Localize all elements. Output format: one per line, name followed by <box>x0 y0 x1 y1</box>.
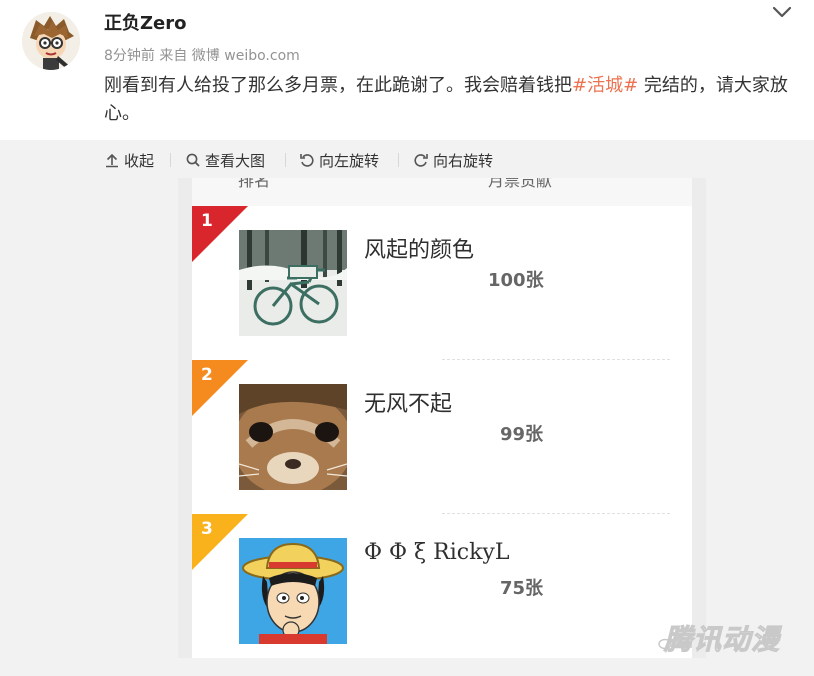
toolbar-divider <box>398 153 399 167</box>
user-picture-squirrel <box>239 384 347 490</box>
chevron-down-icon[interactable] <box>770 2 794 22</box>
ranking-header: 排名 月票贡献 <box>192 178 692 206</box>
user-picture-bicycle <box>239 230 347 336</box>
rank-votes: 100张 <box>488 270 544 291</box>
rank-user-name: Φ Φ ξ RickyL <box>364 540 510 565</box>
rotate-left-label: 向左旋转 <box>319 151 380 170</box>
collapse-label: 收起 <box>124 151 155 170</box>
ranking-header-contribution: 月票贡献 <box>488 178 553 190</box>
rotate-right-button[interactable]: 向右旋转 <box>413 150 493 170</box>
user-picture-straw-hat <box>239 538 347 644</box>
username[interactable]: 正负Zero <box>104 9 187 35</box>
tencent-comic-watermark: 腾讯动漫 <box>663 623 781 657</box>
post-meta: 8分钟前 来自 微博 weibo.com <box>104 48 300 64</box>
ranking-row: 1 风起的颜色 100张 <box>192 206 692 361</box>
cartoon-avatar-icon <box>22 12 80 70</box>
view-large-label: 查看大图 <box>205 151 266 170</box>
ranking-row: 3 Φ Φ ξ RickyL 75张 <box>192 514 692 658</box>
post-text-part: 刚看到有人给投了那么多月票，在此跪谢了。我会赔着钱把 <box>104 75 572 96</box>
toolbar-divider <box>285 153 286 167</box>
rank-votes: 99张 <box>500 424 544 445</box>
media-viewer: 收起 查看大图 向左旋转 向右旋转 排名 月票贡献 1 风起的颜色 100张 2… <box>0 140 814 676</box>
ranking-header-rank: 排名 <box>238 178 271 190</box>
rank-number: 2 <box>201 365 213 385</box>
rotate-right-label: 向右旋转 <box>433 151 494 170</box>
rotate-right-icon <box>414 154 428 167</box>
search-icon <box>186 153 200 167</box>
rank-votes: 75张 <box>500 578 544 599</box>
ranking-row: 2 无风不起 99张 <box>192 360 692 515</box>
monthly-ticket-ranking: 排名 月票贡献 1 风起的颜色 100张 2 无风不起 99张 3 Φ Φ ξ … <box>192 178 692 658</box>
weibo-post-header: 正负Zero 8分钟前 来自 微博 weibo.com 刚看到有人给投了那么多月… <box>0 0 814 140</box>
post-text: 刚看到有人给投了那么多月票，在此跪谢了。我会赔着钱把#活城# 完结的，请大家放心… <box>104 72 804 128</box>
toolbar-divider <box>170 153 171 167</box>
rank-user-name: 无风不起 <box>364 392 453 417</box>
rank-number: 1 <box>201 211 213 231</box>
arrow-up-icon <box>106 153 118 168</box>
view-large-button[interactable]: 查看大图 <box>185 150 265 170</box>
user-avatar[interactable] <box>22 12 80 70</box>
hashtag-link[interactable]: #活城# <box>572 75 638 96</box>
rank-number: 3 <box>201 519 213 539</box>
collapse-button[interactable]: 收起 <box>104 150 154 170</box>
rotate-left-button[interactable]: 向左旋转 <box>299 150 379 170</box>
rank-user-name: 风起的颜色 <box>364 238 475 263</box>
attached-image[interactable]: 排名 月票贡献 1 风起的颜色 100张 2 无风不起 99张 3 Φ Φ ξ … <box>178 178 706 658</box>
rotate-left-icon <box>300 154 314 167</box>
image-toolbar: 收起 查看大图 向左旋转 向右旋转 <box>0 140 814 180</box>
